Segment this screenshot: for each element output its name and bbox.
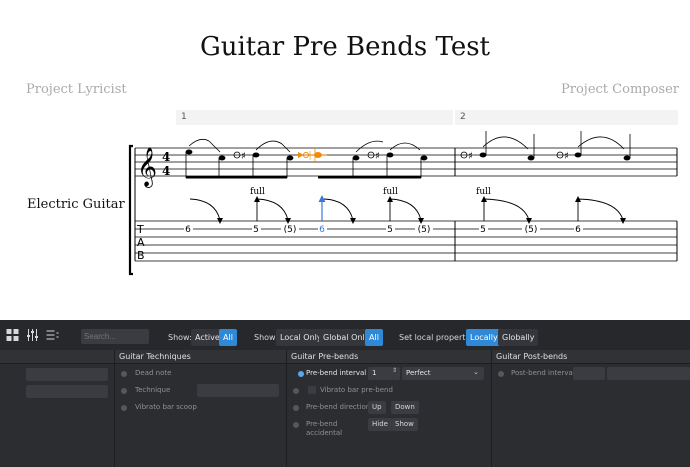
svg-text:♯: ♯: [375, 151, 380, 162]
prebend-quality-select[interactable]: Perfect ⌄: [402, 367, 484, 380]
guitar-techniques-column: Guitar Techniques Dead note Technique Vi…: [115, 350, 287, 467]
tab-number: 5: [480, 225, 486, 235]
column-header: [0, 350, 114, 364]
treble-clef: 𝄞: [137, 147, 157, 188]
dead-note-label: Dead note: [135, 369, 172, 377]
properties-panel: Show: Active All Show: Local Only Global…: [0, 320, 690, 467]
svg-text:♯: ♯: [468, 151, 473, 162]
note: [218, 155, 226, 161]
tab-number: 6: [575, 225, 581, 235]
standard-staff: [135, 147, 677, 177]
chevron-down-icon: ⌄: [473, 368, 479, 376]
prebend-accidental-label-1: Pre-bend: [306, 420, 338, 428]
show-label-2: Show:: [254, 333, 278, 342]
vibrato-scoop-toggle[interactable]: [121, 405, 127, 411]
beam: [318, 176, 421, 179]
vibrato-prebend-checkbox[interactable]: [308, 386, 316, 394]
system-bracket: [128, 144, 133, 276]
sharp-sign: ♯: [241, 151, 246, 162]
prebend-direction-label: Pre-bend direction: [306, 403, 371, 411]
tab-clef-b: B: [137, 249, 145, 262]
prebend-down-button[interactable]: Down: [391, 401, 419, 414]
stepper-arrows-icon[interactable]: ⇕: [392, 367, 397, 374]
show-label: Show:: [168, 333, 192, 342]
barlines: [134, 148, 678, 261]
technique-toggle[interactable]: [121, 388, 127, 394]
vibrato-scoop-label: Vibrato bar scoop: [135, 403, 197, 411]
prebend-quality-value: Perfect: [406, 369, 431, 377]
note: [352, 155, 360, 161]
postbend-interval-toggle[interactable]: [498, 371, 504, 377]
tab-number: 5: [253, 225, 259, 235]
tab-number: (5): [525, 225, 538, 235]
tab-number: 6: [185, 225, 191, 235]
prebend-interval-label: Pre-bend interval: [306, 369, 367, 377]
list-filter-icon[interactable]: [46, 329, 59, 341]
bend-label: full: [383, 187, 398, 197]
guitar-postbends-column: Guitar Post-bends Post-bend interval: [492, 350, 690, 467]
postbend-quality-select[interactable]: [607, 367, 690, 380]
vibrato-prebend-label: Vibrato bar pre-bend: [320, 386, 393, 394]
time-sig-top: 4: [162, 150, 170, 164]
note: [252, 152, 260, 158]
bend-arrowheads: [217, 196, 626, 224]
note: [185, 149, 193, 155]
guitar-prebends-header: Guitar Pre-bends: [287, 350, 491, 364]
vibrato-prebend-toggle[interactable]: [293, 388, 299, 394]
prebend-accidental-toggle[interactable]: [293, 422, 299, 428]
svg-text:♯: ♯: [564, 151, 569, 162]
prebend-interval-toggle[interactable]: [298, 371, 304, 377]
time-sig-bottom: 4: [162, 164, 170, 178]
beam: [186, 176, 287, 179]
guitar-postbends-header: Guitar Post-bends: [492, 350, 690, 364]
bend-arrows: [189, 198, 624, 221]
globally-button[interactable]: Globally: [498, 329, 539, 346]
slurs-m1: [188, 138, 421, 153]
prebend-direction-toggle[interactable]: [293, 405, 299, 411]
tab-clef-a: A: [137, 236, 145, 249]
measure-1-notes: ♯ ♯: [185, 138, 428, 179]
tab-number: (5): [418, 225, 431, 235]
tab-number-selected: 6: [319, 225, 325, 235]
bend-label: full: [250, 187, 265, 197]
property-field[interactable]: [26, 385, 108, 398]
locally-button[interactable]: Locally: [466, 329, 502, 346]
grid-view-icon[interactable]: [6, 329, 19, 341]
bend-label: full: [476, 187, 491, 197]
search-input[interactable]: [81, 329, 149, 344]
tab-clef-t: T: [136, 223, 144, 236]
tab-number: 5: [387, 225, 393, 235]
postbend-interval-stepper[interactable]: [573, 367, 605, 380]
guitar-techniques-header: Guitar Techniques: [115, 350, 286, 364]
note: [286, 155, 294, 161]
guitar-prebends-column: Guitar Pre-bends Pre-bend interval 1 ⇕ P…: [287, 350, 492, 467]
prebend-interval-stepper[interactable]: 1 ⇕: [368, 367, 400, 380]
note: [386, 152, 394, 158]
prebend-accidental-label-2: accidental: [306, 429, 343, 437]
property-field[interactable]: [26, 368, 108, 381]
tab-numbers: 6 5 (5) 6 5 (5) 5 (5) 6: [184, 224, 583, 235]
score-view[interactable]: Guitar Pre Bends Test Project Lyricist P…: [0, 0, 690, 320]
dead-note-toggle[interactable]: [121, 371, 127, 377]
measure-2-notes: ♯ ♯: [460, 131, 631, 162]
sliders-icon[interactable]: [26, 329, 39, 341]
prebend-accidental-show-button[interactable]: Show: [391, 418, 418, 431]
note: [420, 155, 428, 161]
technique-field[interactable]: [197, 384, 279, 397]
prebend-up-button[interactable]: Up: [368, 401, 386, 414]
selected-note: [298, 148, 327, 163]
tab-number: (5): [284, 225, 297, 235]
tab-staff: [135, 220, 677, 262]
panel-column-left: [0, 350, 115, 467]
panel-toolbar: Show: Active All Show: Local Only Global…: [0, 320, 690, 351]
technique-label: Technique: [135, 386, 171, 394]
show-all-button[interactable]: All: [219, 329, 237, 346]
notation-svg[interactable]: 𝄞 4 4 T A B ♯ ♯ ♯ ♯ full full full 6 5 (…: [0, 0, 690, 320]
postbend-interval-label: Post-bend interval: [511, 369, 575, 377]
prebend-interval-value: 1: [372, 369, 377, 377]
show-all-button-2[interactable]: All: [365, 329, 383, 346]
prebend-accidental-hide-button[interactable]: Hide: [368, 418, 392, 431]
